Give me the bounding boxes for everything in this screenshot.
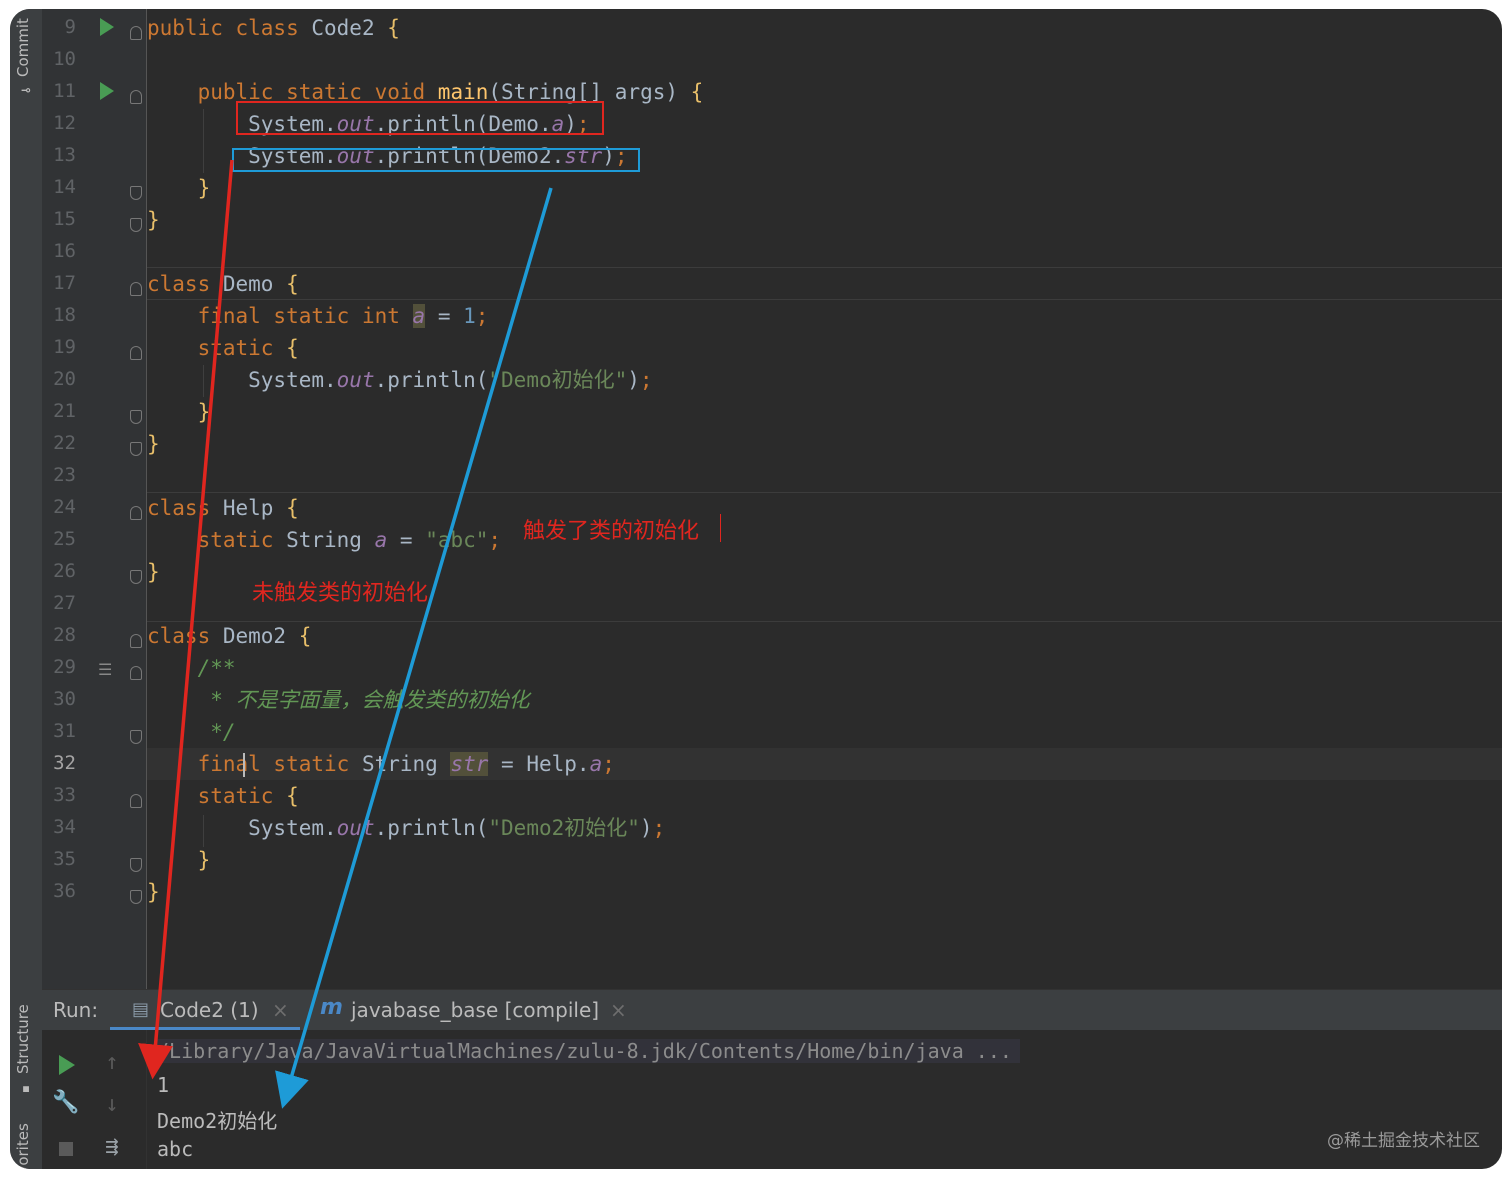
blue-arrow — [275, 187, 553, 1109]
annotation-arrows — [138, 159, 553, 1109]
red-arrow — [138, 159, 234, 1080]
